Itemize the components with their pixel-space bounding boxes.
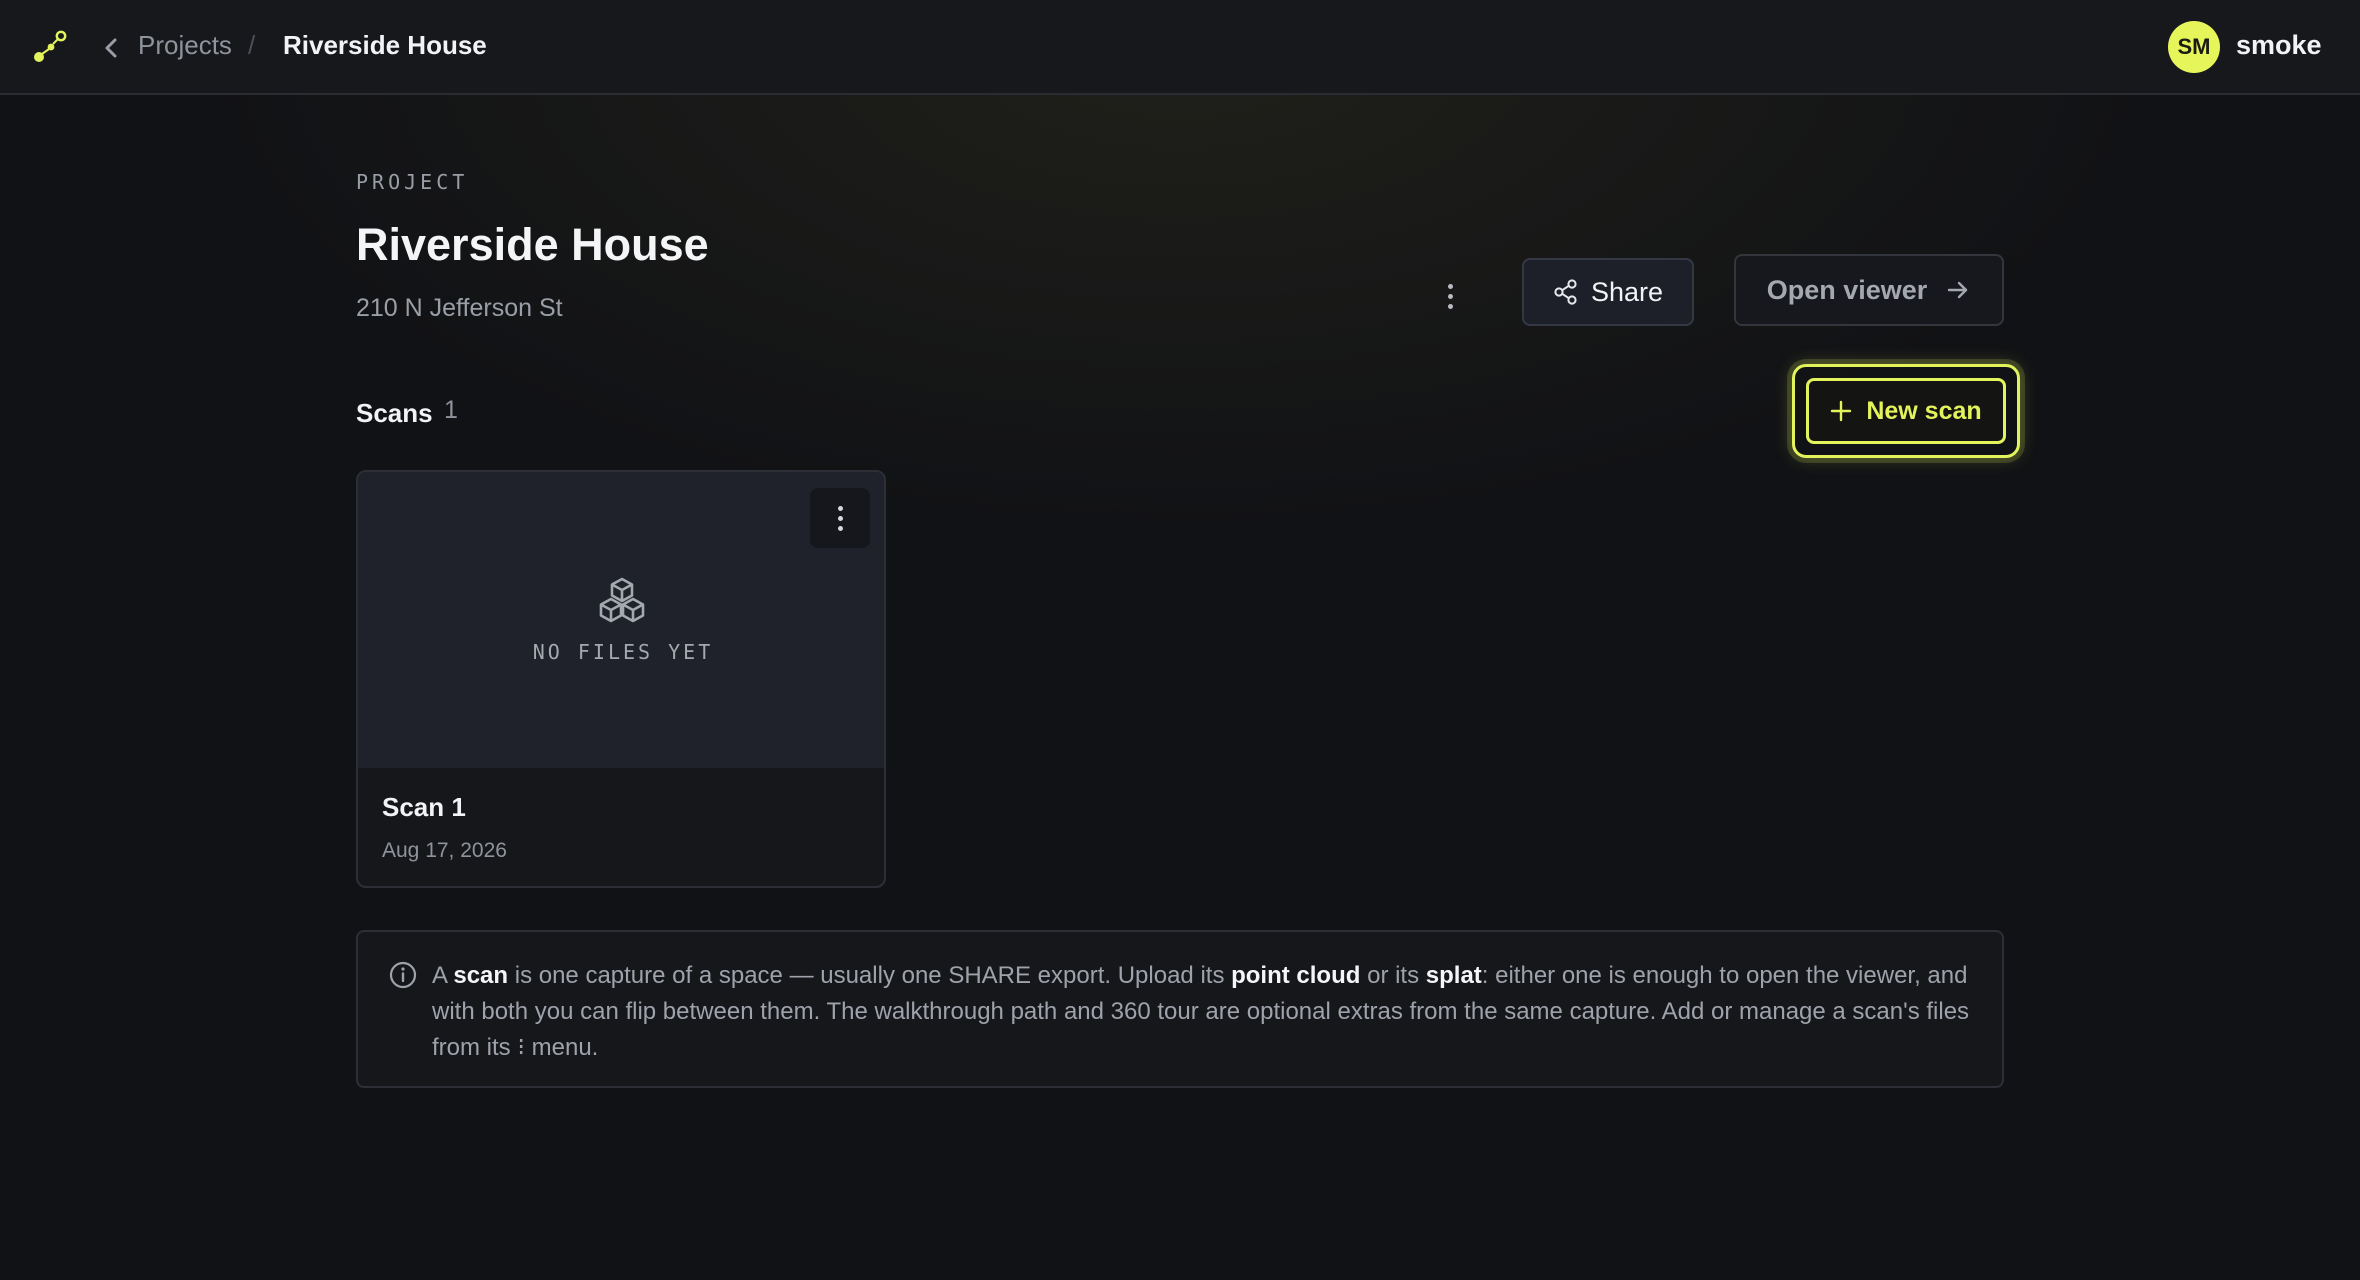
share-button-label: Share — [1590, 276, 1664, 307]
scan-title: Scan 1 — [382, 792, 466, 822]
page-title: Riverside House — [356, 219, 709, 270]
app-root: Projects / Riverside House SM smoke PROJ… — [0, 0, 2360, 1280]
scans-heading: Scans — [356, 398, 433, 428]
plus-icon — [1831, 400, 1852, 422]
cubes-icon — [599, 577, 645, 623]
no-files-placeholder: NO FILES YET — [532, 640, 714, 664]
info-keyword-splat: splat — [1425, 962, 1482, 989]
user-name[interactable]: smoke — [2236, 30, 2322, 61]
scan-menu-button[interactable] — [810, 488, 870, 548]
arrow-right-icon — [1948, 281, 1968, 299]
scan-thumbnail: NO FILES YET — [358, 472, 884, 768]
share-button[interactable]: Share — [1522, 258, 1694, 326]
new-scan-button[interactable]: New scan — [1806, 378, 2006, 444]
top-bar: Projects / Riverside House SM smoke — [0, 0, 2360, 95]
nodes-logo-icon[interactable] — [32, 28, 68, 64]
info-text-segment: or its — [1360, 962, 1426, 989]
project-address: 210 N Jefferson St — [356, 294, 563, 322]
scan-card[interactable]: NO FILES YET Scan 1 Aug 17, 2026 — [356, 470, 886, 888]
open-viewer-button[interactable]: Open viewer — [1734, 254, 2004, 326]
info-text: A scan is one capture of a space — usual… — [432, 958, 1977, 1066]
project-more-button[interactable] — [1432, 276, 1468, 316]
open-viewer-label: Open viewer — [1766, 274, 1928, 305]
share-icon — [1554, 279, 1577, 305]
info-text-segment: is one capture of a space — usually one … — [508, 962, 1232, 989]
scans-count: 1 — [444, 396, 458, 424]
page-eyebrow: PROJECT — [356, 170, 469, 194]
scan-date: Aug 17, 2026 — [382, 839, 507, 862]
user-avatar[interactable]: SM — [2168, 21, 2220, 73]
chevron-left-icon[interactable] — [98, 30, 126, 66]
info-keyword-point-cloud: point cloud — [1231, 962, 1361, 989]
info-circle-icon — [389, 961, 417, 989]
breadcrumb-projects-link[interactable]: Projects — [138, 30, 232, 61]
kebab-vertical-icon — [837, 505, 843, 511]
info-text-segment: A — [432, 962, 454, 989]
breadcrumb-current: Riverside House — [283, 30, 487, 60]
new-scan-label: New scan — [1866, 396, 1982, 425]
breadcrumb-separator: / — [248, 30, 256, 60]
scan-info-note: A scan is one capture of a space — usual… — [356, 930, 2004, 1088]
kebab-vertical-icon — [1447, 283, 1453, 289]
info-keyword-scan: scan — [453, 962, 509, 989]
